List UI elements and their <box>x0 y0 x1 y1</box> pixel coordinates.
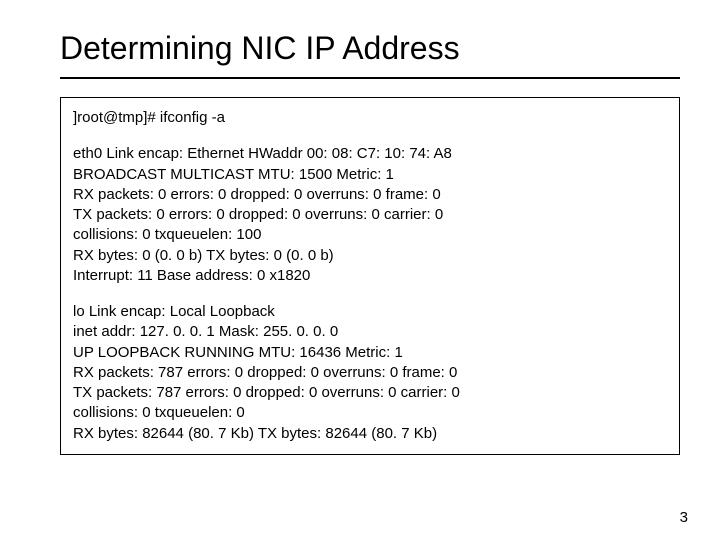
page-number: 3 <box>680 509 688 526</box>
eth0-line: Interrupt: 11 Base address: 0 x1820 <box>73 266 667 286</box>
lo-line: TX packets: 787 errors: 0 dropped: 0 ove… <box>73 383 667 403</box>
slide-title: Determining NIC IP Address <box>60 30 680 67</box>
lo-line: inet addr: 127. 0. 0. 1 Mask: 255. 0. 0.… <box>73 322 667 342</box>
eth0-line: eth0 Link encap: Ethernet HWaddr 00: 08:… <box>73 144 667 164</box>
lo-line: UP LOOPBACK RUNNING MTU: 16436 Metric: 1 <box>73 343 667 363</box>
terminal-output: ]root@tmp]# ifconfig -a eth0 Link encap:… <box>60 97 680 455</box>
eth0-line: BROADCAST MULTICAST MTU: 1500 Metric: 1 <box>73 165 667 185</box>
eth0-block: eth0 Link encap: Ethernet HWaddr 00: 08:… <box>73 144 667 286</box>
lo-line: lo Link encap: Local Loopback <box>73 302 667 322</box>
eth0-line: collisions: 0 txqueuelen: 100 <box>73 225 667 245</box>
command-line: ]root@tmp]# ifconfig -a <box>73 108 667 128</box>
title-underline <box>60 77 680 79</box>
lo-block: lo Link encap: Local Loopback inet addr:… <box>73 302 667 444</box>
eth0-line: RX bytes: 0 (0. 0 b) TX bytes: 0 (0. 0 b… <box>73 246 667 266</box>
lo-line: collisions: 0 txqueuelen: 0 <box>73 403 667 423</box>
eth0-line: TX packets: 0 errors: 0 dropped: 0 overr… <box>73 205 667 225</box>
lo-line: RX packets: 787 errors: 0 dropped: 0 ove… <box>73 363 667 383</box>
lo-line: RX bytes: 82644 (80. 7 Kb) TX bytes: 826… <box>73 424 667 444</box>
eth0-line: RX packets: 0 errors: 0 dropped: 0 overr… <box>73 185 667 205</box>
slide: Determining NIC IP Address ]root@tmp]# i… <box>0 0 720 540</box>
